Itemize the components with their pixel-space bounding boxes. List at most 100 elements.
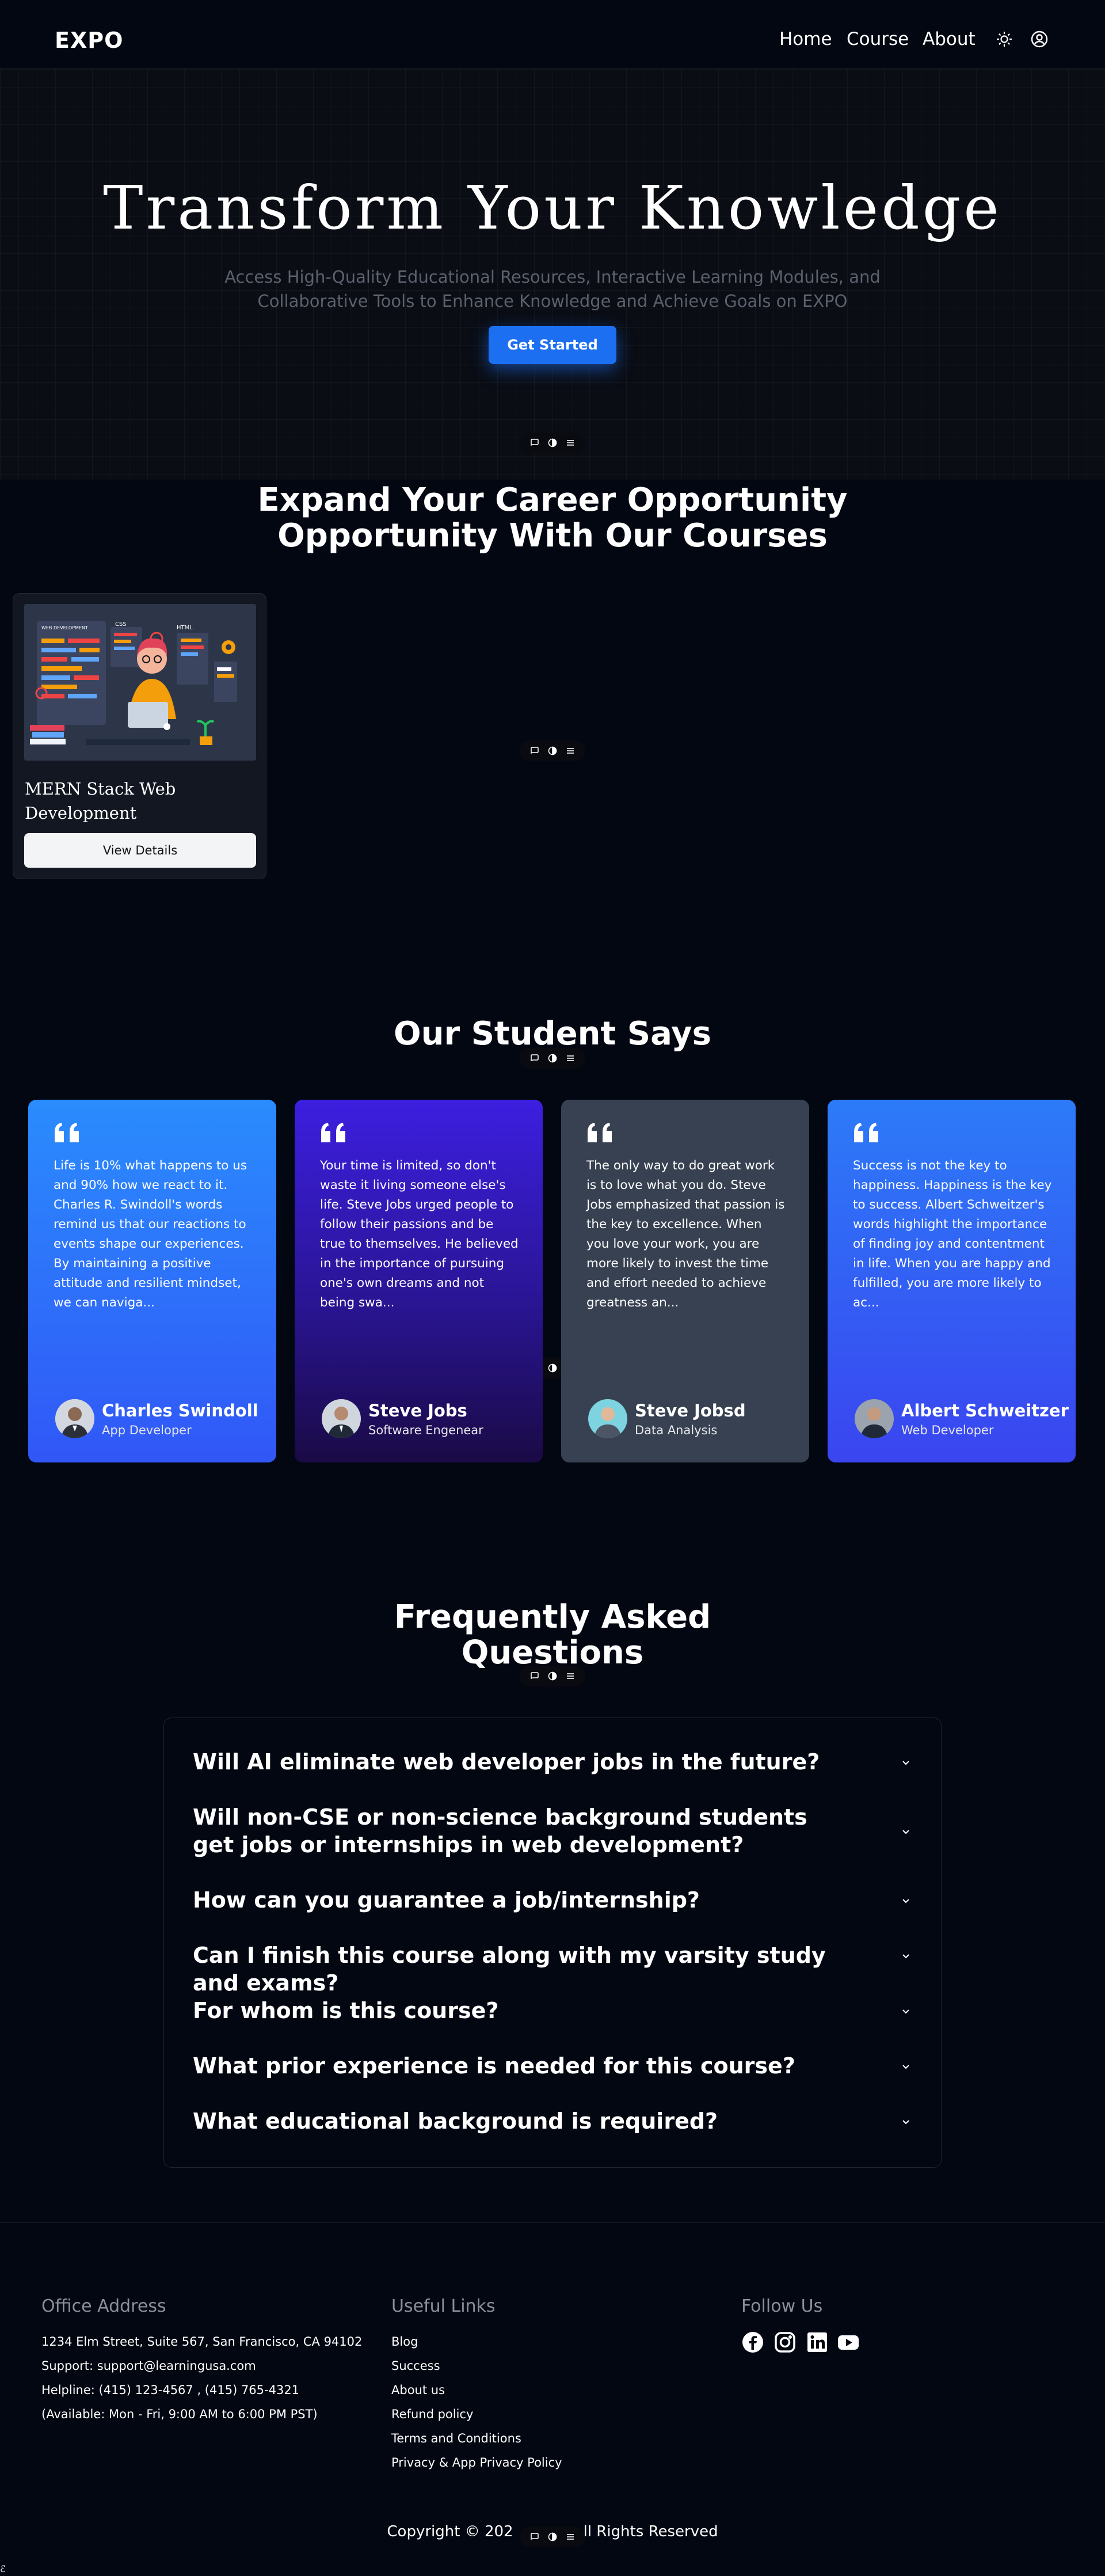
chevron-down-icon[interactable] — [900, 2060, 912, 2073]
corner-mark: ℰ — [0, 2563, 6, 2574]
chevron-down-icon[interactable] — [900, 1894, 912, 1907]
testimonial-text: The only way to do great work is to love… — [586, 1158, 785, 1310]
quote-icon — [54, 1122, 81, 1145]
testimonial-text: Success is not the key to happiness. Hap… — [853, 1158, 1052, 1310]
testimonial-name: Steve Jobsd — [635, 1401, 746, 1420]
view-details-button[interactable]: View Details — [24, 833, 256, 868]
testimonial-role: Software Engenear — [368, 1423, 483, 1437]
toggle-icon[interactable] — [547, 1053, 558, 1063]
sun-icon[interactable] — [995, 30, 1013, 48]
menu-icon[interactable] — [565, 746, 576, 756]
footer-link-refund[interactable]: Refund policy — [391, 2402, 562, 2426]
office-line: 1234 Elm Street, Suite 567, San Francisc… — [41, 2335, 363, 2349]
testimonial-card: The only way to do great work is to love… — [561, 1100, 809, 1462]
facebook-icon[interactable] — [741, 2331, 764, 2354]
logo[interactable]: EXPO — [55, 28, 123, 53]
faq-item[interactable]: Can I finish this course along with my v… — [193, 1942, 912, 1997]
faq-question: What educational background is required? — [193, 2108, 718, 2134]
hero-subtitle: Access High-Quality Educational Resource… — [224, 267, 881, 311]
course-card[interactable]: WEB DEVELOPMENT CSS HTML MERN Stack Web … — [13, 593, 266, 879]
office-line: Helpline: (415) 123-4567 , (415) 765-432… — [41, 2383, 300, 2397]
office-line: Support: support@learningusa.com — [41, 2359, 256, 2373]
testimonial-card: Life is 10% what happens to us and 90% h… — [28, 1100, 276, 1462]
footer-link-blog[interactable]: Blog — [391, 2330, 562, 2354]
testimonial-name: Albert Schweitzer — [901, 1401, 1069, 1420]
footer-link-privacy[interactable]: Privacy & App Privacy Policy — [391, 2450, 562, 2475]
faq-item[interactable]: For whom is this course? — [193, 1997, 912, 2024]
testimonial-card: Success is not the key to happiness. Hap… — [828, 1100, 1076, 1462]
faq-question: What prior experience is needed for this… — [193, 2053, 795, 2079]
footer-link-success[interactable]: Success — [391, 2354, 562, 2378]
image-label-css: CSS — [115, 621, 127, 628]
comment-icon[interactable] — [529, 438, 540, 448]
faq-question: Will AI eliminate web developer jobs in … — [193, 1749, 820, 1775]
avatar — [322, 1399, 361, 1438]
menu-icon[interactable] — [565, 438, 576, 448]
navbar: EXPO Home Course About — [0, 0, 1105, 69]
faq-item[interactable]: What prior experience is needed for this… — [193, 2052, 912, 2080]
faq-item[interactable]: How can you guarantee a job/internship? — [193, 1886, 912, 1914]
linkedin-icon[interactable] — [806, 2331, 829, 2354]
youtube-icon[interactable] — [837, 2331, 860, 2354]
faq-accordion: Will AI eliminate web developer jobs in … — [163, 1718, 942, 2168]
toggle-icon[interactable] — [547, 438, 558, 448]
faq-question: How can you guarantee a job/internship? — [193, 1887, 700, 1913]
get-started-button[interactable]: Get Started — [489, 326, 616, 364]
toggle-icon[interactable] — [547, 1671, 558, 1681]
copyright-text-right: ll Rights Reserved — [583, 2523, 718, 2540]
office-heading: Office Address — [41, 2296, 166, 2316]
footer-link-about[interactable]: About us — [391, 2378, 562, 2402]
floating-toolbar — [520, 432, 585, 453]
office-line: (Available: Mon - Fri, 9:00 AM to 6:00 P… — [41, 2407, 318, 2421]
menu-icon[interactable] — [565, 1671, 576, 1681]
faq-question: Can I finish this course along with my v… — [193, 1943, 826, 1996]
hero-title: Transform Your Knowledge — [103, 173, 1002, 243]
faq-title: Frequently Asked Questions — [0, 1599, 1105, 1671]
chevron-down-icon[interactable] — [900, 2005, 912, 2018]
courses-title: Expand Your Career Opportunity Opportuni… — [0, 482, 1105, 554]
courses-title-line1: Expand Your Career Opportunity — [257, 481, 848, 519]
comment-icon[interactable] — [529, 1671, 540, 1681]
useful-links-heading: Useful Links — [391, 2296, 496, 2316]
testimonial-role: Data Analysis — [635, 1423, 718, 1437]
comment-icon[interactable] — [529, 746, 540, 756]
footer-divider — [0, 2222, 1105, 2223]
testimonial-name: Charles Swindoll — [102, 1401, 258, 1420]
menu-icon[interactable] — [565, 1053, 576, 1063]
image-label-web-development: WEB DEVELOPMENT — [41, 625, 88, 630]
quote-icon — [586, 1122, 614, 1145]
comment-icon[interactable] — [529, 1053, 540, 1063]
instagram-icon[interactable] — [774, 2331, 797, 2354]
nav-link-course[interactable]: Course — [847, 29, 909, 50]
avatar — [855, 1399, 894, 1438]
footer-link-terms[interactable]: Terms and Conditions — [391, 2426, 562, 2450]
faq-item[interactable]: Will AI eliminate web developer jobs in … — [193, 1748, 912, 1776]
nav-link-about[interactable]: About — [923, 29, 976, 50]
testimonial-name: Steve Jobs — [368, 1401, 467, 1420]
chevron-down-icon[interactable] — [900, 2115, 912, 2128]
courses-title-line2: Opportunity With Our Courses — [277, 517, 828, 554]
testimonial-text: Life is 10% what happens to us and 90% h… — [54, 1158, 247, 1310]
copyright: Copyright © 202 ll Rights Reserved — [0, 2523, 1105, 2540]
nav-link-home[interactable]: Home — [779, 29, 832, 50]
faq-question: For whom is this course? — [193, 1998, 499, 2023]
office-address: 1234 Elm Street, Suite 567, San Francisc… — [41, 2330, 362, 2426]
toggle-icon[interactable] — [547, 1363, 558, 1373]
course-title: MERN Stack Web Development — [25, 779, 176, 823]
faq-title-line1: Frequently Asked — [394, 1598, 711, 1636]
faq-item[interactable]: Will non-CSE or non-science background s… — [193, 1803, 912, 1859]
testimonial-card: Your time is limited, so don't waste it … — [295, 1100, 543, 1462]
quote-icon — [320, 1122, 348, 1145]
testimonials-title: Our Student Says — [394, 1015, 711, 1053]
useful-links: Blog Success About us Refund policy Term… — [391, 2330, 562, 2475]
chevron-down-icon[interactable] — [900, 1950, 912, 1962]
user-circle-icon[interactable] — [1030, 30, 1049, 48]
avatar — [588, 1399, 627, 1438]
faq-item[interactable]: What educational background is required? — [193, 2107, 912, 2135]
toggle-icon[interactable] — [547, 746, 558, 756]
chevron-down-icon[interactable] — [900, 1756, 912, 1769]
chevron-down-icon[interactable] — [900, 1825, 912, 1838]
testimonial-text: Your time is limited, so don't waste it … — [320, 1158, 519, 1310]
follow-heading: Follow Us — [741, 2296, 823, 2316]
copyright-text-left: Copyright © 202 — [387, 2523, 513, 2540]
